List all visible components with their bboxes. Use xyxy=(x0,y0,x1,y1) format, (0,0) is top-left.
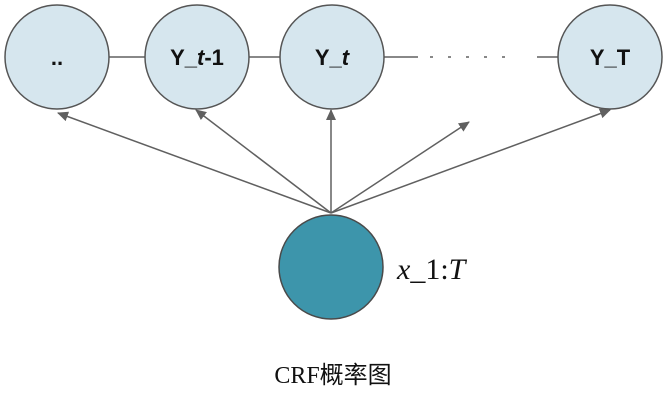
label-prefix: Y_ xyxy=(315,45,343,70)
observation-edges xyxy=(57,108,611,214)
crf-diagram: .. Y_t-1 Y_t Y_T x_1:T CRF概率图 xyxy=(4,4,663,389)
observation-node: x_1:T xyxy=(278,214,468,320)
state-node-y-T-label: Y_T xyxy=(590,45,631,70)
arrow-to-y-t-minus-1 xyxy=(195,109,332,214)
label-suffix: -1 xyxy=(204,45,224,70)
state-node-y-t-minus-1-label: Y_t-1 xyxy=(170,45,224,70)
obs-label-var: T xyxy=(449,253,468,286)
figure-caption: CRF概率图 xyxy=(274,362,391,389)
observation-node-circle xyxy=(278,214,384,320)
label-prefix: Y_ xyxy=(170,45,198,70)
state-node-dots-label: .. xyxy=(51,45,63,70)
obs-label-prefix: x xyxy=(396,253,411,286)
state-node-y-t-minus-1: Y_t-1 xyxy=(144,4,250,110)
obs-label-middle: _1: xyxy=(409,253,448,286)
state-node-y-T: Y_T xyxy=(557,4,663,110)
arrow-to-y-T xyxy=(330,108,611,214)
state-node-y-t-label: Y_t xyxy=(315,45,351,70)
arrow-to-dots xyxy=(57,111,332,214)
state-node-dots: .. xyxy=(4,4,110,110)
observation-label: x_1:T xyxy=(396,253,468,286)
state-node-y-t: Y_t xyxy=(279,4,385,110)
arrow-to-ellipsis xyxy=(330,121,470,214)
